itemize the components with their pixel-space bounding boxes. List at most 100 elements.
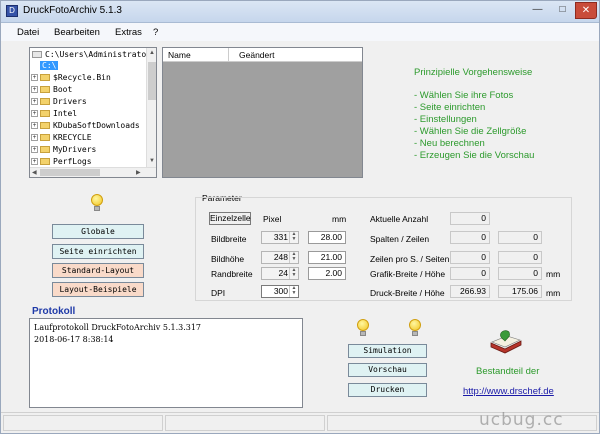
spalten-zeilen-label: Spalten / Zeilen	[370, 234, 430, 244]
tree-item-boot[interactable]: + Boot	[31, 85, 72, 94]
menu-datei[interactable]: Datei	[17, 27, 39, 38]
scroll-right-icon[interactable]: ▶	[136, 169, 141, 176]
aktuelle-anzahl-label: Aktuelle Anzahl	[370, 214, 429, 224]
folder-icon	[32, 51, 42, 58]
tree-item-kduba[interactable]: + KDubaSoftDownloads	[31, 121, 140, 130]
menu-help[interactable]: ?	[153, 27, 158, 38]
folder-icon	[40, 86, 50, 93]
prinzip-step: - Wählen Sie ihre Fotos	[414, 90, 514, 101]
seite-einrichten-button[interactable]: Seite einrichten	[52, 244, 144, 259]
scroll-thumb[interactable]	[40, 169, 100, 176]
spinner-arrows-icon[interactable]: ▲ ▼	[289, 268, 298, 279]
website-link[interactable]: http://www.drschef.de	[463, 386, 554, 397]
randbreite-label: Randbreite	[211, 269, 253, 279]
folder-icon	[40, 74, 50, 81]
tree-item-mydrivers[interactable]: + MyDrivers	[31, 145, 96, 154]
close-button[interactable]: ✕	[575, 2, 597, 19]
aktuelle-anzahl-value: 0	[450, 212, 490, 225]
log-line: Laufprotokoll DruckFotoArchiv 5.1.3.317	[34, 323, 202, 332]
app-icon: D	[6, 5, 18, 17]
expand-icon[interactable]: +	[31, 74, 38, 81]
scroll-left-icon[interactable]: ◀	[32, 169, 37, 176]
prinzip-step: - Erzeugen Sie die Vorschau	[414, 150, 535, 161]
zeilen-value: 0	[498, 231, 542, 244]
expand-icon[interactable]: +	[31, 146, 38, 153]
simulation-button[interactable]: Simulation	[348, 344, 427, 358]
menu-bearbeiten[interactable]: Bearbeiten	[54, 27, 100, 38]
column-changed[interactable]: Geändert	[239, 50, 274, 60]
maximize-button[interactable]: □	[550, 2, 575, 19]
bildhoehe-label: Bildhöhe	[211, 254, 245, 264]
protokoll-log[interactable]: Laufprotokoll DruckFotoArchiv 5.1.3.317 …	[29, 318, 303, 408]
expand-icon[interactable]: +	[31, 98, 38, 105]
spalten-value: 0	[450, 231, 490, 244]
protokoll-title: Protokoll	[32, 306, 76, 317]
expand-icon[interactable]: +	[31, 122, 38, 129]
prinzip-step: - Wählen Sie die Zellgröße	[414, 126, 527, 137]
bildhoehe-mm-field[interactable]: 21.00	[308, 251, 346, 264]
einzelzelle-button[interactable]: Einzelzelle	[209, 212, 251, 225]
randbreite-mm-field[interactable]: 2.00	[308, 267, 346, 280]
grafik-breite-hoehe-label: Grafik-Breite / Höhe	[370, 269, 446, 279]
tree-item-path[interactable]: C:\Users\Administrator\	[32, 50, 156, 59]
expand-icon[interactable]: +	[31, 86, 38, 93]
tree-item-intel[interactable]: + Intel	[31, 109, 77, 118]
minimize-button[interactable]: —	[525, 2, 550, 19]
prinzip-step: - Einstellungen	[414, 114, 477, 125]
dpi-spinner[interactable]: 300 ▲ ▼	[261, 285, 299, 298]
expand-icon[interactable]: +	[31, 158, 38, 165]
spinner-arrows-icon[interactable]: ▲ ▼	[289, 252, 298, 263]
expand-icon[interactable]: +	[31, 110, 38, 117]
tree-item-drivers[interactable]: + Drivers	[31, 97, 87, 106]
scroll-down-icon[interactable]: ▼	[149, 158, 155, 164]
bildbreite-mm-field[interactable]: 28.00	[308, 231, 346, 244]
spinner-arrows-icon[interactable]: ▲ ▼	[289, 232, 298, 243]
tree-item-recycle-bin[interactable]: + $Recycle.Bin	[31, 73, 111, 82]
folder-tree[interactable]: C:\Users\Administrator\ C:\ + $Recycle.Bi…	[29, 47, 157, 178]
randbreite-pixel-spinner[interactable]: 24 ▲ ▼	[261, 267, 299, 280]
prinzip-step: - Seite einrichten	[414, 102, 486, 113]
bildhoehe-pixel-spinner[interactable]: 248 ▲ ▼	[261, 251, 299, 264]
globale-button[interactable]: Globale	[52, 224, 144, 239]
bildbreite-label: Bildbreite	[211, 234, 247, 244]
zeilen-seiten-label: Zeilen pro S. / Seiten	[370, 254, 450, 264]
tree-item-perflogs[interactable]: + PerfLogs	[31, 157, 92, 166]
folder-icon	[40, 110, 50, 117]
menu-extras[interactable]: Extras	[115, 27, 142, 38]
window-title: DruckFotoArchiv 5.1.3	[23, 5, 122, 16]
spinner-arrows-icon[interactable]: ▲ ▼	[289, 286, 298, 297]
seiten-value: 0	[498, 251, 542, 264]
drucken-button[interactable]: Drucken	[348, 383, 427, 397]
expand-icon[interactable]: +	[31, 134, 38, 141]
folder-icon	[40, 146, 50, 153]
tree-vertical-scrollbar[interactable]: ▲ ▼	[146, 48, 156, 168]
app-window: D DruckFotoArchiv 5.1.3 — □ ✕ Datei Bear…	[0, 0, 600, 434]
standard-layout-button[interactable]: Standard-Layout	[52, 263, 144, 278]
zeilen-pro-seite-value: 0	[450, 251, 490, 264]
status-cell	[3, 415, 163, 431]
layout-beispiele-button[interactable]: Layout-Beispiele	[52, 282, 144, 297]
column-name[interactable]: Name	[168, 50, 191, 60]
watermark-text: ucbug.cc	[479, 410, 564, 430]
prinzip-title: Prinzipielle Vorgehensweise	[414, 67, 533, 78]
scroll-up-icon[interactable]: ▲	[149, 50, 155, 56]
bildbreite-pixel-spinner[interactable]: 331 ▲ ▼	[261, 231, 299, 244]
prinzip-step: - Neu berechnen	[414, 138, 485, 149]
tree-item-krecycle[interactable]: + KRECYCLE	[31, 133, 92, 142]
mm-header: mm	[332, 214, 347, 224]
book-icon	[490, 330, 522, 354]
lightbulb-icon[interactable]	[356, 319, 370, 337]
druck-breite-hoehe-label: Druck-Breite / Höhe	[370, 288, 445, 298]
tree-item-drive-c[interactable]: C:\	[40, 61, 59, 70]
vorschau-button[interactable]: Vorschau	[348, 363, 427, 377]
folder-icon	[40, 98, 50, 105]
column-divider	[228, 48, 229, 61]
file-list[interactable]: Name Geändert	[162, 47, 363, 178]
lightbulb-icon[interactable]	[90, 194, 104, 212]
folder-icon	[40, 158, 50, 165]
tree-horizontal-scrollbar[interactable]: ◀ ▶	[30, 167, 156, 177]
grafik-unit: mm	[546, 269, 561, 279]
druck-hoehe-value: 175.06	[498, 285, 542, 298]
lightbulb-icon[interactable]	[408, 319, 422, 337]
scroll-thumb[interactable]	[148, 62, 156, 100]
